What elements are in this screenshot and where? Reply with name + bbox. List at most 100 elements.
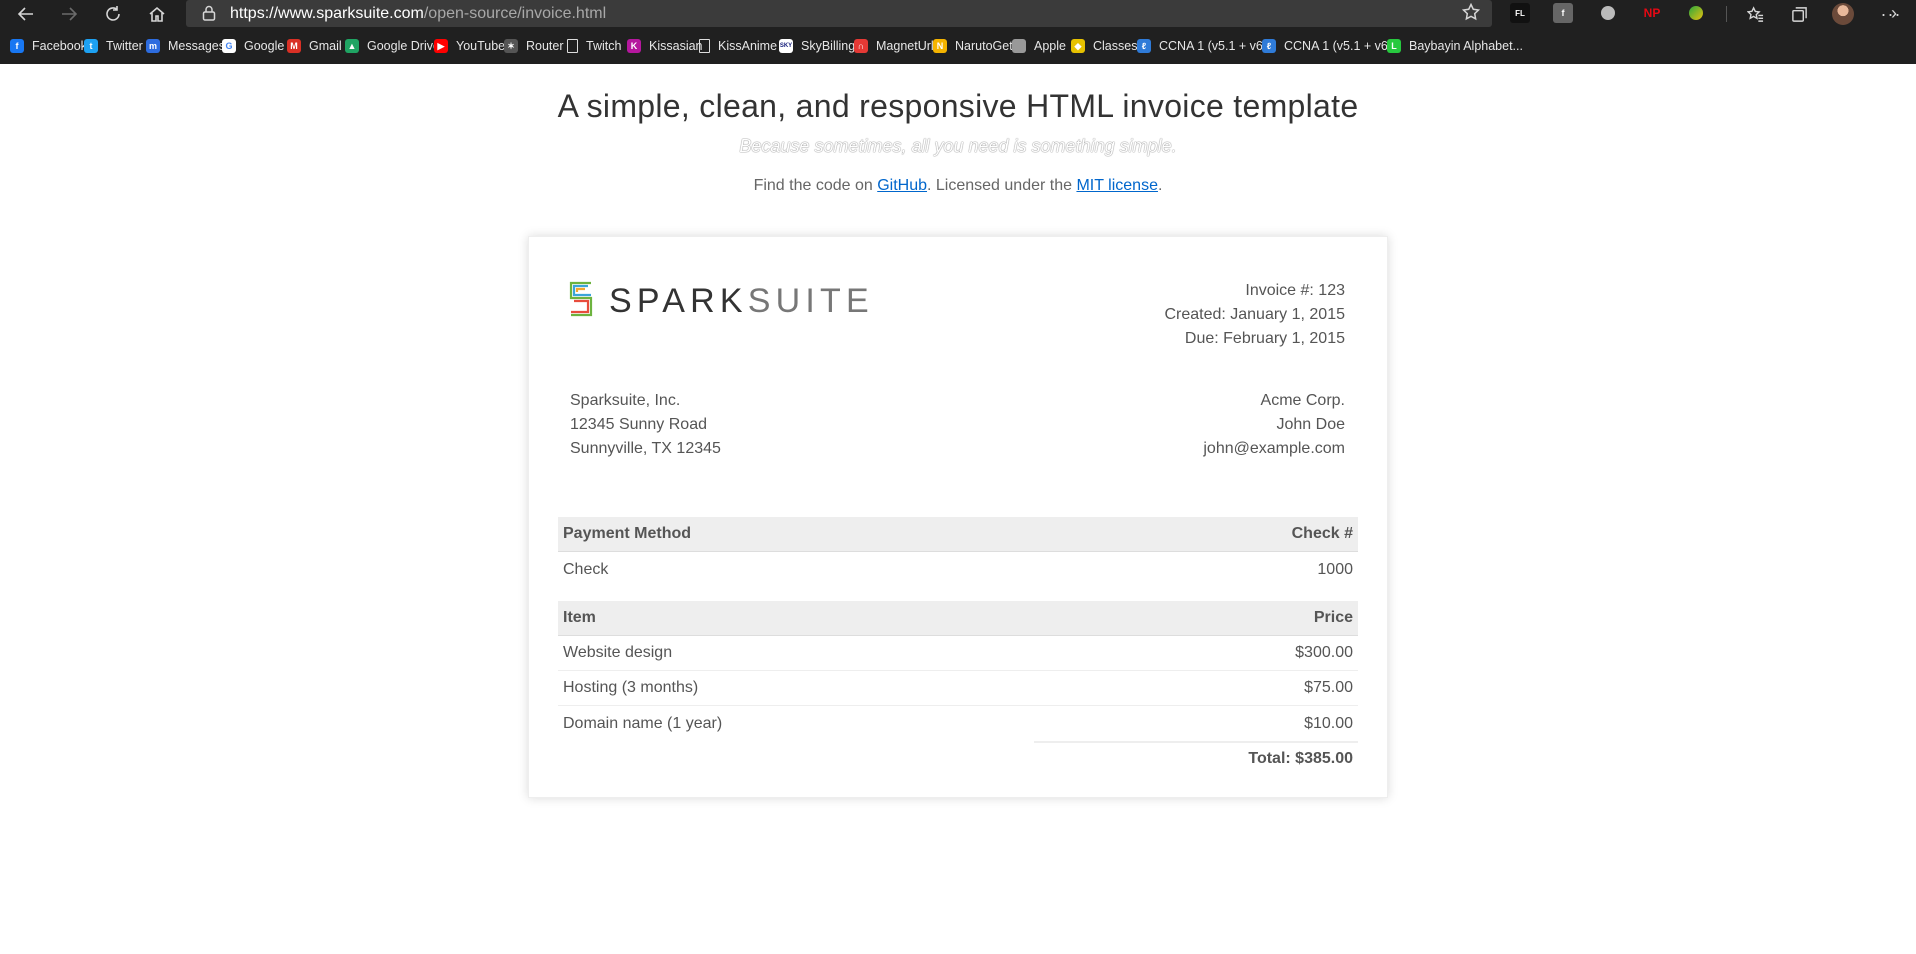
bookmark-label: CCNA 1 (v5.1 + v6....	[1159, 39, 1277, 53]
browser-chrome: https://www.sparksuite.com/open-source/i…	[0, 0, 1916, 64]
ccna-icon: ℓ	[1137, 39, 1151, 53]
from-street: 12345 Sunny Road	[570, 416, 707, 433]
invoice-number: Invoice #: 123	[1245, 282, 1345, 299]
toolbar-divider	[1726, 6, 1727, 22]
page-tagline: Because sometimes, all you need is somet…	[0, 136, 1916, 157]
sparksuite-logo-mark-icon	[569, 281, 593, 317]
bookmark-label: Twitch	[586, 39, 622, 53]
messages-icon: m	[146, 39, 160, 53]
bookmark-item[interactable]: KissAnime	[699, 33, 777, 59]
collections-button[interactable]	[1788, 3, 1810, 25]
arrow-right-icon	[62, 6, 78, 21]
tagline-text: Because sometimes, all you need is somet…	[739, 136, 1177, 156]
payment-header-row: Payment Method Check #	[558, 517, 1358, 552]
bookmark-item[interactable]: Apple	[1012, 33, 1066, 59]
items-header-row: Item Price	[558, 601, 1358, 636]
mit-license-link[interactable]: MIT license	[1076, 177, 1158, 194]
bookmark-label: Twitter	[106, 39, 143, 53]
item-price: $10.00	[1304, 714, 1353, 732]
invoice-box: SPARKSUITE Invoice #: 123 Created: Janua…	[528, 236, 1388, 798]
bookmark-label: SkyBilling	[801, 39, 856, 53]
classes-icon: ◆	[1071, 39, 1085, 53]
bookmark-item[interactable]: L Baybayin Alphabet...	[1387, 33, 1523, 59]
total-divider	[1034, 741, 1358, 743]
bookmark-item[interactable]: G Google	[222, 33, 284, 59]
bookmark-item[interactable]: SKY SkyBilling	[779, 33, 855, 59]
favorites-button[interactable]	[1744, 3, 1766, 25]
payment-row: Check 1000	[558, 552, 1358, 587]
google-icon: G	[222, 39, 236, 53]
router-icon: ✶	[504, 39, 518, 53]
bookmark-label: YouTube	[456, 39, 506, 53]
bookmark-label: Facebook	[32, 39, 87, 53]
page-content: A simple, clean, and responsive HTML inv…	[0, 64, 1916, 954]
refresh-icon	[106, 5, 120, 21]
bookmark-item[interactable]: m Messages	[146, 33, 225, 59]
bookmark-item[interactable]: ▲ Google Drive	[345, 33, 440, 59]
bookmark-item[interactable]: ✶ Router	[504, 33, 564, 59]
bookmark-item[interactable]: t Twitter	[84, 33, 143, 59]
bookmark-label: CCNA 1 (v5.1 + v6....	[1284, 39, 1402, 53]
bookmark-item[interactable]: K Kissasian	[627, 33, 703, 59]
google-drive-icon: ▲	[345, 39, 359, 53]
github-link[interactable]: GitHub	[877, 177, 927, 194]
page-title: A simple, clean, and responsive HTML inv…	[557, 88, 1359, 124]
invoice-due-date: Due: February 1, 2015	[1184, 330, 1345, 347]
license-text: . Licensed under the	[927, 177, 1077, 194]
total-row: Total: $385.00	[558, 741, 1358, 776]
sparksuite-logo: SPARKSUITE	[569, 281, 879, 321]
to-email: john@example.com	[1203, 440, 1345, 457]
check-number-value: 1000	[1317, 560, 1353, 578]
fl-extension-icon[interactable]: FL	[1510, 3, 1530, 23]
magnet-icon: ∩	[854, 39, 868, 53]
item-row: Website design $300.00	[558, 636, 1358, 671]
item-header: Item	[563, 609, 596, 626]
url-text[interactable]: https://www.sparksuite.com/open-source/i…	[230, 5, 606, 23]
star-icon	[1461, 2, 1481, 21]
bookmark-label: Google	[244, 39, 285, 53]
check-number-header: Check #	[1291, 525, 1353, 542]
add-favorite-button[interactable]	[1461, 2, 1482, 23]
refresh-button[interactable]	[96, 0, 130, 27]
bookmark-label: MagnetUrl	[876, 39, 934, 53]
facebook-extension-icon[interactable]: f	[1553, 3, 1573, 23]
invoice-created-date: Created: January 1, 2015	[1164, 306, 1345, 323]
bookmark-item[interactable]: ▶ YouTube	[434, 33, 505, 59]
bookmarks-bar: f Facebook t Twitter m Messages G Google M Gmail ▲…	[0, 33, 1916, 59]
to-contact: John Doe	[1276, 416, 1346, 433]
bookmark-label: Kissasian	[649, 39, 703, 53]
twitter-icon: t	[84, 39, 98, 53]
bookmark-label: NarutoGet	[955, 39, 1013, 53]
bookmarks-more-chevron-icon[interactable]: ›	[1884, 0, 1904, 26]
back-button[interactable]	[9, 0, 43, 27]
logo-suite-text: SUITE	[747, 282, 874, 320]
url-path: /open-source/invoice.html	[423, 5, 607, 22]
circle-extension-icon[interactable]	[1598, 3, 1618, 23]
bookmark-item[interactable]: ◆ Classes	[1071, 33, 1137, 59]
np-extension-icon[interactable]: NP	[1642, 3, 1662, 23]
bookmark-label: Gmail	[309, 39, 342, 53]
bookmark-item[interactable]: f Facebook	[10, 33, 87, 59]
bookmark-label: Messages	[168, 39, 225, 53]
bookmark-item[interactable]: N NarutoGet	[933, 33, 1013, 59]
item-price: $75.00	[1304, 679, 1353, 696]
bookmark-item[interactable]: M Gmail	[287, 33, 342, 59]
item-name: Domain name (1 year)	[563, 714, 723, 732]
from-city: Sunnyville, TX 12345	[570, 440, 721, 457]
globe-extension-icon[interactable]	[1686, 3, 1706, 23]
item-name: Hosting (3 months)	[563, 679, 699, 696]
bookmark-label: Baybayin Alphabet...	[1409, 39, 1523, 53]
to-company: Acme Corp.	[1260, 392, 1345, 409]
bookmark-item[interactable]: ℓ CCNA 1 (v5.1 + v6....	[1262, 33, 1402, 59]
from-company: Sparksuite, Inc.	[570, 392, 681, 409]
address-bar[interactable]: https://www.sparksuite.com/open-source/i…	[186, 0, 1492, 27]
profile-avatar[interactable]	[1832, 3, 1854, 25]
bookmark-item[interactable]: ∩ MagnetUrl	[854, 33, 934, 59]
forward-button[interactable]	[52, 0, 86, 27]
home-button[interactable]	[140, 0, 174, 27]
bookmark-item[interactable]: ℓ CCNA 1 (v5.1 + v6....	[1137, 33, 1277, 59]
find-code-suffix: .	[1157, 177, 1163, 194]
bookmark-label: Router	[526, 39, 564, 53]
item-name: Website design	[563, 644, 673, 661]
bookmark-item[interactable]: Twitch	[567, 33, 621, 59]
